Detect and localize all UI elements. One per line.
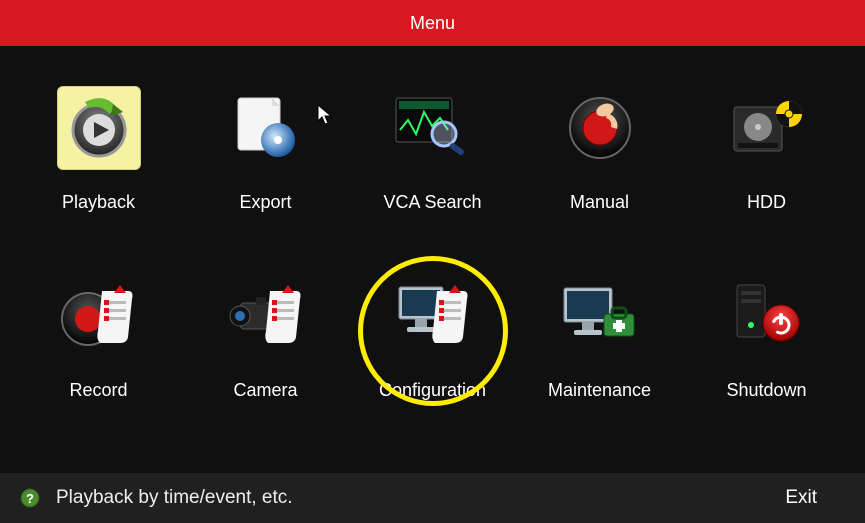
vca-search-icon	[391, 86, 475, 170]
menu-item-playback[interactable]: Playback	[15, 86, 182, 256]
hdd-icon	[725, 86, 809, 170]
title-text: Menu	[410, 13, 455, 34]
camera-icon	[224, 274, 308, 358]
help-icon: ?	[20, 488, 40, 508]
menu-item-shutdown[interactable]: Shutdown	[683, 274, 850, 444]
menu-item-configuration[interactable]: Configuration	[349, 274, 516, 444]
playback-icon	[57, 86, 141, 170]
menu-item-export[interactable]: Export	[182, 86, 349, 256]
menu-label: Configuration	[379, 380, 486, 401]
menu-label: Record	[69, 380, 127, 401]
export-icon	[224, 86, 308, 170]
menu-label: Export	[239, 192, 291, 213]
menu-item-maintenance[interactable]: Maintenance	[516, 274, 683, 444]
record-icon	[57, 274, 141, 358]
svg-text:?: ?	[26, 491, 34, 506]
menu-item-camera[interactable]: Camera	[182, 274, 349, 444]
menu-item-hdd[interactable]: HDD	[683, 86, 850, 256]
menu-item-manual[interactable]: Manual	[516, 86, 683, 256]
menu-item-vca-search[interactable]: VCA Search	[349, 86, 516, 256]
title-bar: Menu	[0, 0, 865, 46]
menu-label: Manual	[570, 192, 629, 213]
maintenance-icon	[558, 274, 642, 358]
menu-item-record[interactable]: Record	[15, 274, 182, 444]
manual-icon	[558, 86, 642, 170]
menu-label: HDD	[747, 192, 786, 213]
shutdown-icon	[725, 274, 809, 358]
configuration-icon	[391, 274, 475, 358]
menu-label: Shutdown	[726, 380, 806, 401]
menu-label: Camera	[233, 380, 297, 401]
menu-grid: Playback Export	[0, 46, 865, 444]
status-bar: ? Playback by time/event, etc. Exit	[0, 473, 865, 523]
menu-label: VCA Search	[383, 192, 481, 213]
menu-label: Playback	[62, 192, 135, 213]
menu-label: Maintenance	[548, 380, 651, 401]
status-hint-text: Playback by time/event, etc.	[56, 487, 293, 509]
menu-content: Playback Export	[0, 46, 865, 473]
exit-button[interactable]: Exit	[785, 487, 817, 509]
